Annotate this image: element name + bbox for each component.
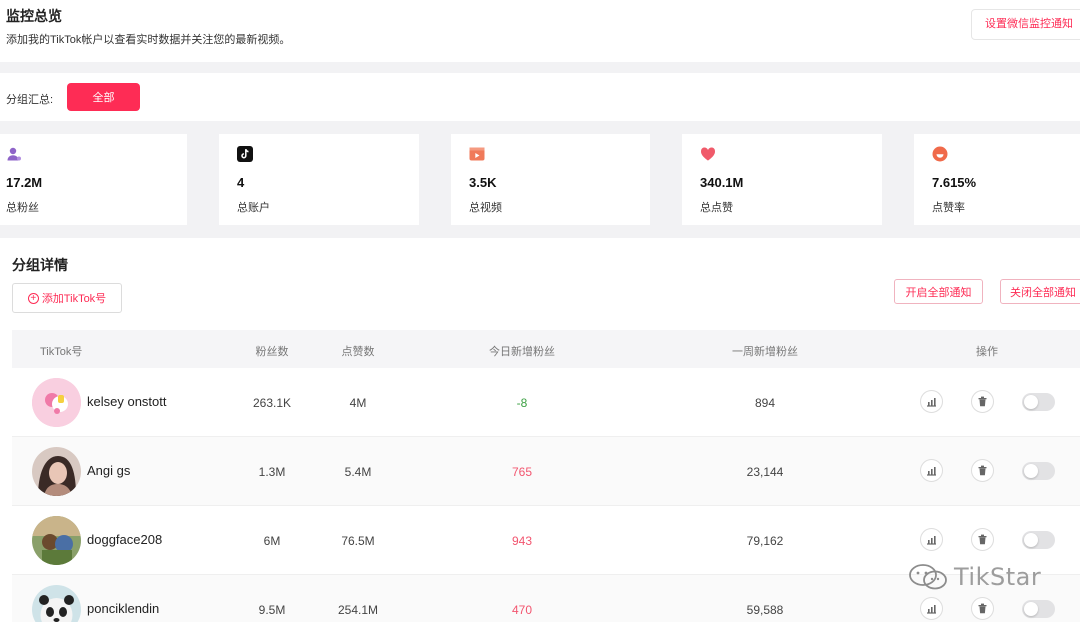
column-header-account: TikTok号: [40, 346, 83, 358]
overview-header: 监控总览 添加我的TikTok帐户以查看实时数据并关注您的最新视频。 设置微信监…: [0, 0, 1080, 62]
chart-icon: [927, 536, 936, 545]
stat-card-likes: 340.1M 总点赞: [682, 134, 882, 225]
notify-toggle[interactable]: [1022, 600, 1055, 618]
trend-chart-button[interactable]: [920, 459, 943, 482]
trend-chart-button[interactable]: [920, 390, 943, 413]
toggle-knob: [1024, 602, 1038, 616]
trash-icon: [978, 396, 987, 407]
trend-chart-button[interactable]: [920, 597, 943, 620]
table-header: TikTok号 粉丝数 点赞数 今日新增粉丝 一周新增粉丝 操作: [12, 330, 1080, 368]
chart-icon: [927, 467, 936, 476]
page-subtitle: 添加我的TikTok帐户以查看实时数据并关注您的最新视频。: [6, 34, 291, 46]
enable-all-notify-button[interactable]: 开启全部通知: [894, 279, 983, 304]
account-name[interactable]: Angi gs: [87, 463, 130, 478]
account-name[interactable]: doggface208: [87, 532, 162, 547]
trash-icon: [978, 465, 987, 476]
fans-count: 9.5M: [258, 603, 286, 617]
today-new-fans: 470: [511, 603, 533, 617]
table-row: Angi gs 1.3M 5.4M 765 23,144: [12, 437, 1080, 506]
like-rate-icon: [932, 146, 948, 162]
stat-value: 4: [237, 175, 245, 190]
group-detail-title: 分组详情: [12, 257, 68, 273]
group-summary-label: 分组汇总:: [6, 94, 54, 106]
stat-label: 总账户: [237, 202, 270, 214]
add-tiktok-button[interactable]: + 添加TikTok号: [12, 283, 122, 313]
video-icon: [469, 147, 485, 161]
column-header-actions: 操作: [976, 346, 998, 358]
delete-button[interactable]: [971, 459, 994, 482]
column-header-week-new-fans: 一周新增粉丝: [732, 346, 798, 358]
trash-icon: [978, 603, 987, 614]
account-name[interactable]: ponciklendin: [87, 601, 159, 616]
likes-count: 4M: [349, 396, 367, 410]
likes-count: 76.5M: [341, 534, 375, 548]
stat-label: 总视频: [469, 202, 502, 214]
likes-count: 5.4M: [344, 465, 372, 479]
column-header-fans: 粉丝数: [255, 346, 289, 358]
fans-count: 1.3M: [258, 465, 286, 479]
stat-card-accounts: 4 总账户: [219, 134, 419, 225]
fans-user-icon: [7, 147, 21, 161]
stat-value: 17.2M: [6, 175, 43, 190]
disable-all-notify-button[interactable]: 关闭全部通知: [1000, 279, 1080, 304]
page-title: 监控总览: [6, 8, 62, 24]
group-summary-bar: 分组汇总: 全部: [0, 73, 1080, 121]
tikstar-watermark: TikStar: [908, 563, 1041, 591]
add-tiktok-label: 添加TikTok号: [41, 293, 107, 305]
tiktok-logo-icon: [237, 146, 253, 162]
stat-value: 340.1M: [700, 175, 744, 190]
today-new-fans: -8: [516, 396, 528, 410]
group-all-button[interactable]: 全部: [67, 83, 140, 111]
stat-label: 点赞率: [932, 202, 965, 214]
delete-button[interactable]: [971, 390, 994, 413]
delete-button[interactable]: [971, 597, 994, 620]
likes-count: 254.1M: [337, 603, 379, 617]
column-header-today-new-fans: 今日新增粉丝: [489, 346, 555, 358]
fans-count: 263.1K: [252, 396, 292, 410]
avatar[interactable]: [32, 516, 81, 565]
today-new-fans: 765: [511, 465, 533, 479]
table-row: kelsey onstott 263.1K 4M -8 894: [12, 368, 1080, 437]
week-new-fans: 23,144: [746, 465, 784, 479]
stat-value: 7.615%: [932, 175, 977, 190]
notify-toggle[interactable]: [1022, 531, 1055, 549]
toggle-knob: [1024, 464, 1038, 478]
avatar[interactable]: [32, 585, 81, 622]
stat-card-fans: 17.2M 总粉丝: [0, 134, 187, 225]
stat-label: 总粉丝: [6, 202, 39, 214]
notify-toggle[interactable]: [1022, 462, 1055, 480]
stat-card-like-rate: 7.615% 点赞率: [914, 134, 1080, 225]
week-new-fans: 894: [754, 396, 776, 410]
week-new-fans: 59,588: [746, 603, 784, 617]
trash-icon: [978, 534, 987, 545]
watermark-text: TikStar: [954, 563, 1042, 591]
avatar[interactable]: [32, 447, 81, 496]
heart-icon: [700, 147, 716, 161]
wechat-icon: [909, 564, 947, 590]
stat-label: 总点赞: [700, 202, 733, 214]
today-new-fans: 943: [511, 534, 533, 548]
delete-button[interactable]: [971, 528, 994, 551]
chart-icon: [927, 605, 936, 614]
trend-chart-button[interactable]: [920, 528, 943, 551]
toggle-knob: [1024, 395, 1038, 409]
avatar[interactable]: [32, 378, 81, 427]
fans-count: 6M: [263, 534, 281, 548]
stat-value: 3.5K: [469, 175, 497, 190]
plus-circle-icon: +: [27, 292, 39, 304]
wechat-notify-button[interactable]: 设置微信监控通知: [971, 9, 1080, 40]
account-name[interactable]: kelsey onstott: [87, 394, 167, 409]
week-new-fans: 79,162: [746, 534, 784, 548]
chart-icon: [927, 398, 936, 407]
column-header-likes: 点赞数: [341, 346, 375, 358]
stat-card-videos: 3.5K 总视频: [451, 134, 650, 225]
notify-toggle[interactable]: [1022, 393, 1055, 411]
toggle-knob: [1024, 533, 1038, 547]
